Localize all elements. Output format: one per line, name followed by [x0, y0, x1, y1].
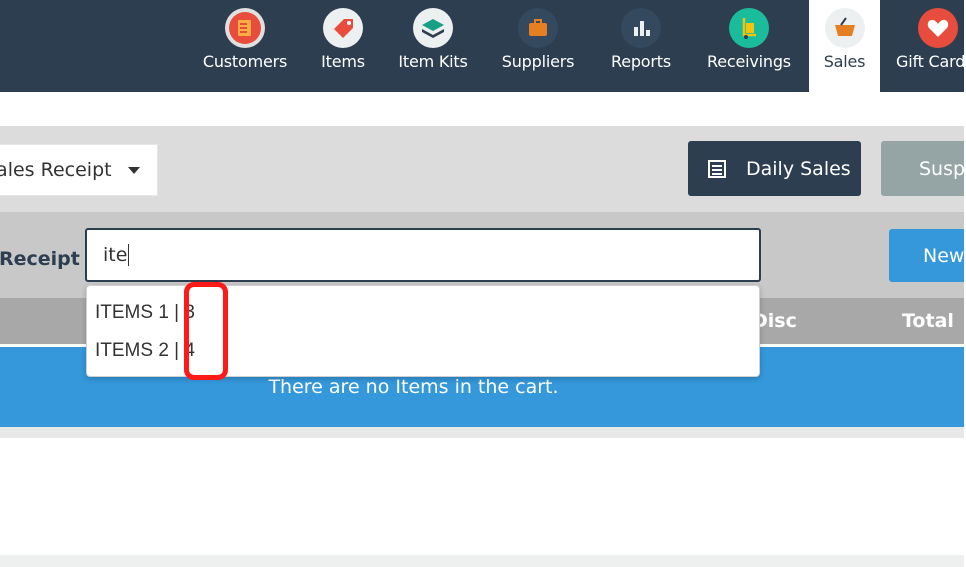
suspended-sales-label: Suspended: [919, 157, 966, 180]
item-search-input[interactable]: ite: [85, 228, 761, 282]
address-book-icon: [225, 8, 265, 48]
tag-icon: [323, 8, 363, 48]
basket-icon: [824, 8, 865, 48]
page-footer-bar: [0, 555, 966, 567]
item-search-value: ite: [103, 244, 128, 266]
nav-item-kits[interactable]: Item Kits: [392, 0, 474, 92]
list-alt-icon: [708, 159, 726, 178]
layers-icon: [413, 8, 453, 48]
receipt-label: Receipt: [0, 248, 80, 270]
hand-truck-icon: [729, 8, 769, 48]
briefcase-icon: [518, 8, 558, 48]
new-item-label: New Item: [923, 244, 966, 267]
nav-label: Customers: [202, 52, 288, 71]
autocomplete-option[interactable]: ITEMS 1 | 3: [95, 302, 195, 324]
nav-label: Gift Cards: [896, 52, 966, 71]
nav-customers[interactable]: Customers: [196, 0, 294, 92]
nav-label: Item Kits: [398, 52, 468, 71]
nav-items[interactable]: Items: [314, 0, 372, 92]
nav-sales[interactable]: Sales: [809, 0, 880, 92]
nav-gift-cards[interactable]: Gift Cards: [890, 0, 966, 92]
nav-label: Suppliers: [501, 52, 575, 71]
nav-label: Receivings: [707, 52, 791, 71]
register-mode-select[interactable]: Sales Receipt: [0, 144, 158, 196]
top-navigation: Customers Items Item Kits Suppliers Repo…: [0, 0, 966, 92]
register-mode-value: Sales Receipt: [0, 159, 112, 181]
new-item-button[interactable]: New Item: [889, 229, 966, 282]
nav-label: Reports: [611, 52, 671, 71]
cart-empty-message: There are no Items in the cart.: [268, 376, 559, 398]
red-annotation-highlight: [184, 282, 228, 380]
nav-receivings[interactable]: Receivings: [700, 0, 798, 92]
autocomplete-option[interactable]: ITEMS 2 | 4: [95, 340, 195, 362]
bar-chart-icon: [621, 8, 661, 48]
nav-suppliers[interactable]: Suppliers: [494, 0, 582, 92]
text-cursor: [128, 244, 130, 266]
nav-reports[interactable]: Reports: [602, 0, 680, 92]
daily-sales-label: Daily Sales: [746, 157, 851, 180]
cart-footer-divider: [0, 427, 966, 438]
daily-sales-button[interactable]: Daily Sales: [688, 141, 861, 196]
nav-label: Sales: [823, 52, 866, 71]
caret-down-icon: [127, 166, 140, 174]
nav-label: Items: [321, 52, 365, 71]
suspended-sales-button[interactable]: Suspended: [881, 141, 966, 196]
column-header-total: Total: [902, 310, 954, 332]
heart-icon: [918, 8, 958, 48]
